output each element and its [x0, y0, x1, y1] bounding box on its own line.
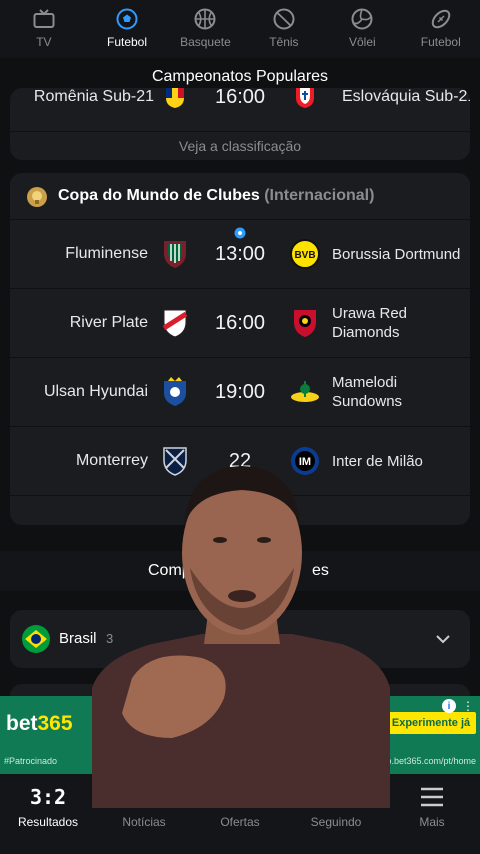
ulsan-crest-icon — [160, 377, 190, 407]
trophy-icon — [26, 186, 48, 208]
nav-label: Notícias — [122, 815, 166, 829]
tab-label: Futebol — [106, 35, 148, 49]
slovakia-flag-icon — [294, 88, 316, 108]
presenter-video-overlay — [92, 448, 390, 808]
match-time: 16:00 — [214, 311, 266, 334]
bet365-logo: bet365 — [6, 712, 73, 735]
tab-label: Tênis — [269, 35, 299, 49]
competition-region: (Internacional) — [264, 187, 375, 204]
home-team-name: Ulsan Hyundai — [43, 383, 148, 400]
river-plate-crest-icon — [160, 308, 190, 338]
nav-label: Mais — [419, 815, 445, 829]
tv-icon — [33, 8, 55, 30]
match-row[interactable]: Fluminense 13:00 BVB Borussia Dortmund — [10, 219, 470, 287]
basketball-icon — [194, 8, 216, 30]
nav-resultados[interactable]: 3:2 Resultados — [0, 774, 96, 854]
tab-label: Vôlei — [348, 35, 376, 49]
home-team-name: Romênia Sub-21 — [33, 88, 154, 105]
match-row[interactable]: River Plate 16:00 Urawa Red Diamonds — [10, 288, 470, 356]
tennis-ball-icon — [273, 8, 295, 30]
home-team-name: River Plate — [69, 314, 148, 331]
sports-tab-bar: TV Futebol Basquete Tênis Vôlei Futebol — [0, 0, 480, 58]
competition-name: Copa do Mundo de Clubes — [58, 187, 260, 204]
svg-text:BVB: BVB — [294, 250, 315, 261]
away-team-name: Borussia Dortmund — [332, 245, 461, 263]
match-time: 19:00 — [214, 380, 266, 403]
tab-volei[interactable]: Vôlei — [323, 0, 401, 58]
american-football-icon — [430, 8, 452, 30]
nav-label: Resultados — [17, 815, 79, 829]
tab-label: Futebol — [420, 35, 461, 49]
match-time: 16:00 — [214, 88, 266, 108]
ad-cta-button[interactable]: Experimente já — [386, 712, 476, 734]
ad-info-icon[interactable]: i — [442, 699, 456, 713]
match-time: 13:00 — [214, 242, 266, 265]
ad-sponsored-label: #Patrocinado — [4, 756, 58, 766]
away-team-name: Eslováquia Sub-21 — [342, 88, 470, 105]
menu-icon — [417, 784, 447, 810]
section-title-popular: Campeonatos Populares — [151, 68, 329, 85]
soccer-ball-icon — [116, 8, 138, 30]
brazil-flag-icon — [22, 625, 50, 653]
score-icon: 3:2 — [29, 785, 67, 809]
volleyball-icon — [351, 8, 373, 30]
tab-label: Basquete — [180, 35, 231, 49]
tab-basquete[interactable]: Basquete — [166, 0, 244, 58]
tab-futebol[interactable]: Futebol — [88, 0, 166, 58]
competition-header[interactable]: Copa do Mundo de Clubes (Internacional) — [10, 173, 470, 219]
classification-link[interactable]: Veja a classificação — [10, 131, 470, 160]
popular-card: Romênia Sub-21 16:00 Eslováquia Sub-21 V… — [10, 88, 470, 160]
ad-menu-icon[interactable]: ⋮ — [462, 699, 474, 713]
fluminense-crest-icon — [160, 239, 190, 269]
tab-futebol-americano[interactable]: Futebol — [402, 0, 480, 58]
home-team-name: Fluminense — [65, 245, 148, 262]
nav-label: Ofertas — [220, 815, 260, 829]
away-team-name: Urawa Red Diamonds — [332, 305, 408, 341]
tab-label: TV — [36, 35, 52, 49]
romania-flag-icon — [164, 88, 186, 108]
country-name: Brasil — [59, 630, 97, 647]
away-team-name: Mamelodi Sundowns — [332, 374, 403, 410]
nav-mais[interactable]: Mais — [384, 774, 480, 854]
chevron-down-icon[interactable] — [434, 630, 452, 648]
tab-tv[interactable]: TV — [0, 0, 88, 58]
match-row[interactable]: Ulsan Hyundai 19:00 Mamelodi Sundowns — [10, 357, 470, 425]
tab-tenis[interactable]: Tênis — [245, 0, 323, 58]
nav-label: Seguindo — [310, 815, 362, 829]
match-row-partial[interactable]: Romênia Sub-21 16:00 Eslováquia Sub-21 — [10, 88, 470, 131]
mamelodi-crest-icon — [290, 377, 320, 407]
dortmund-crest-icon: BVB — [290, 239, 320, 269]
urawa-crest-icon — [290, 308, 320, 338]
